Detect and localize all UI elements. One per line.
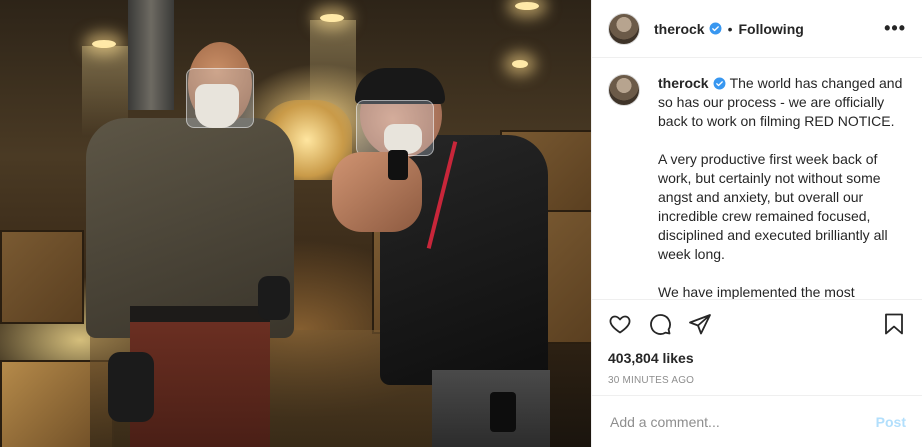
following-button[interactable]: Following bbox=[738, 21, 803, 37]
verified-badge-icon bbox=[713, 77, 726, 90]
verified-badge-icon bbox=[709, 22, 722, 35]
instagram-post: therock • Following ••• therock The world… bbox=[0, 0, 922, 447]
caption-paragraph: therock The world has changed and so has … bbox=[658, 74, 906, 131]
caption-paragraph-2: A very productive first week back of wor… bbox=[658, 151, 888, 262]
caption-row: therock The world has changed and so has … bbox=[608, 74, 906, 300]
ceiling-light bbox=[512, 60, 528, 68]
post-timestamp[interactable]: 30 MINUTES AGO bbox=[592, 372, 922, 390]
share-icon[interactable] bbox=[688, 312, 712, 336]
header-username[interactable]: therock bbox=[654, 21, 705, 37]
face-mask bbox=[195, 84, 239, 128]
likes-count[interactable]: 403,804 likes bbox=[592, 348, 922, 368]
post-side-panel: therock • Following ••• therock The world… bbox=[591, 0, 922, 447]
crate bbox=[0, 230, 84, 324]
heart-icon[interactable] bbox=[608, 312, 632, 336]
action-bar bbox=[592, 300, 922, 348]
bookmark-icon[interactable] bbox=[882, 312, 906, 336]
ceiling-light bbox=[515, 2, 539, 10]
avatar[interactable] bbox=[608, 12, 640, 45]
visor-cap bbox=[355, 68, 445, 104]
caption-username[interactable]: therock bbox=[658, 75, 709, 91]
post-header: therock • Following ••• bbox=[592, 0, 922, 58]
post-comment-button[interactable]: Post bbox=[876, 414, 906, 430]
raised-arm bbox=[332, 152, 422, 232]
comment-input[interactable] bbox=[608, 412, 876, 431]
comment-icon[interactable] bbox=[648, 312, 672, 336]
more-horizontal-icon[interactable]: ••• bbox=[884, 18, 906, 39]
barrel bbox=[128, 0, 174, 110]
caption-area: therock The world has changed and so has … bbox=[592, 58, 922, 300]
comment-box: Post bbox=[592, 395, 922, 447]
watch bbox=[388, 150, 408, 180]
post-photo[interactable] bbox=[0, 0, 591, 447]
radio-device bbox=[490, 392, 516, 432]
separator-dot: • bbox=[727, 20, 733, 37]
glove-left bbox=[108, 352, 154, 422]
caption-text: therock The world has changed and so has … bbox=[658, 74, 906, 300]
person-left-belt bbox=[130, 306, 270, 322]
caption-avatar[interactable] bbox=[608, 74, 640, 106]
caption-paragraph-3: We have implemented the most bbox=[658, 284, 855, 300]
glove-right bbox=[258, 276, 290, 320]
